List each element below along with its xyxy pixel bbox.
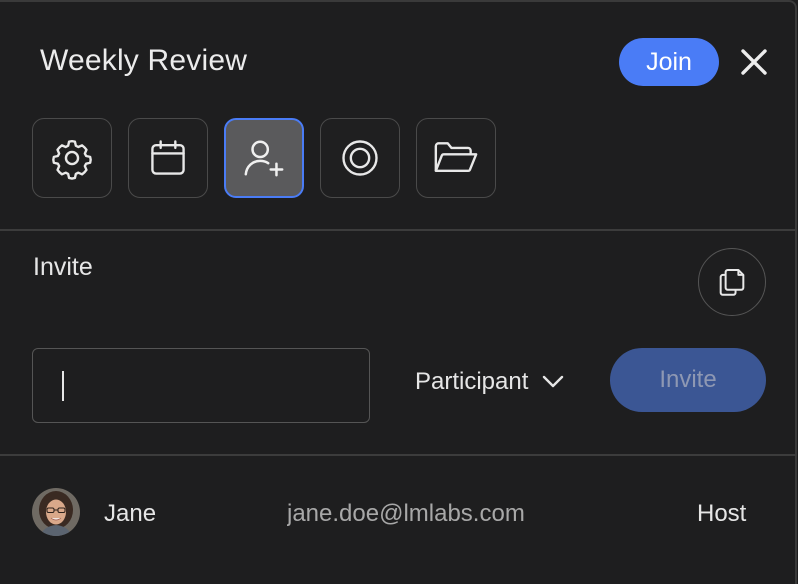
close-button[interactable] (734, 42, 774, 82)
meeting-title: Weekly Review (40, 44, 248, 77)
invite-email-input[interactable] (32, 348, 370, 423)
member-email: jane.doe@lmlabs.com (287, 500, 525, 527)
invite-section-label: Invite (33, 253, 93, 281)
close-icon (741, 49, 767, 75)
record-icon (342, 140, 378, 176)
member-name: Jane (104, 500, 157, 527)
toolbar (32, 118, 496, 198)
copy-link-icon (719, 268, 745, 296)
invite-button[interactable]: Invite (610, 348, 766, 412)
member-row: Jane jane.doe@lmlabs.com Host (0, 488, 797, 540)
join-button[interactable]: Join (619, 38, 719, 86)
chevron-down-icon (543, 375, 564, 388)
add-user-icon (244, 140, 284, 177)
role-select-value: Participant (415, 368, 529, 395)
calendar-icon (151, 140, 185, 175)
add-user-button[interactable] (224, 118, 304, 198)
folder-button[interactable] (416, 118, 496, 198)
record-button[interactable] (320, 118, 400, 198)
text-caret (62, 371, 64, 401)
section-divider (0, 229, 797, 231)
role-select[interactable]: Participant (415, 368, 564, 396)
settings-icon (52, 139, 92, 180)
folder-icon (434, 142, 478, 173)
avatar (32, 488, 80, 536)
settings-button[interactable] (32, 118, 112, 198)
meeting-panel: Weekly Review Join Invite Participant In… (0, 0, 797, 584)
calendar-button[interactable] (128, 118, 208, 198)
members-divider (0, 454, 797, 456)
member-role: Host (697, 500, 747, 527)
copy-link-button[interactable] (698, 248, 766, 316)
